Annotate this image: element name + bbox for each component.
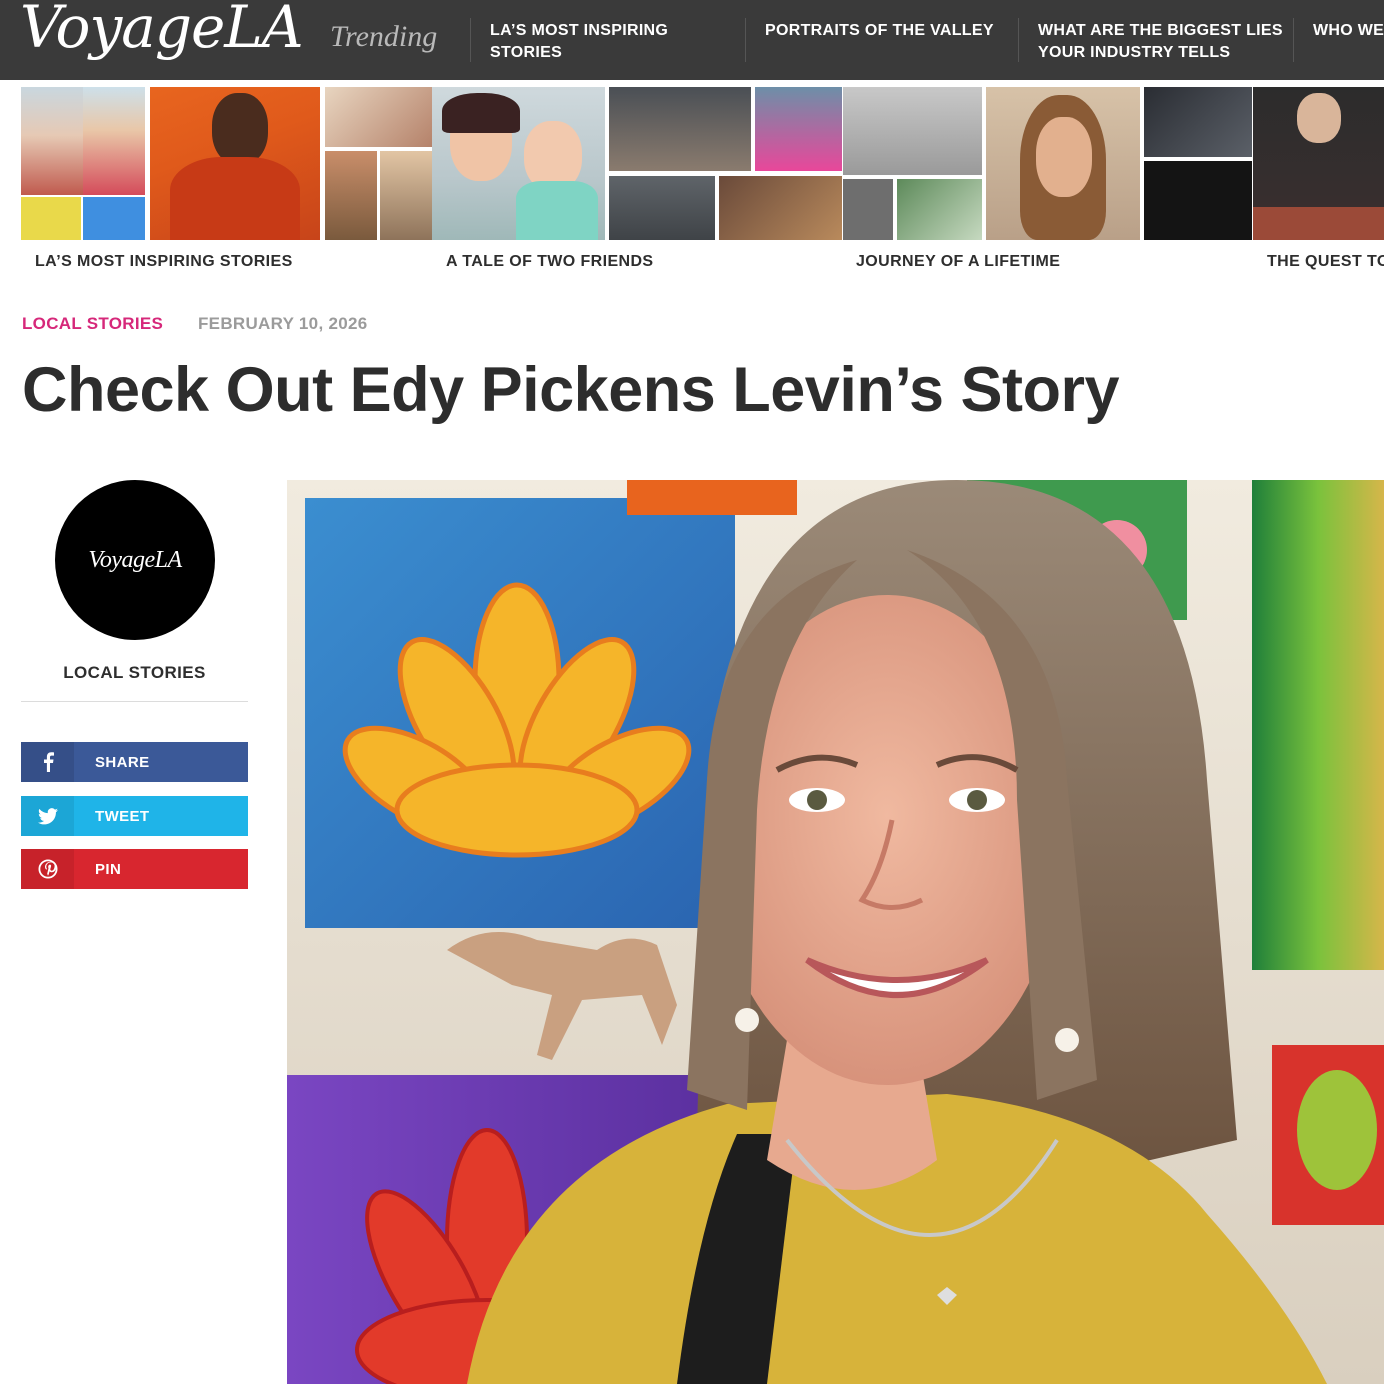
thumbnail-quest-portrait[interactable] [1253, 87, 1384, 240]
trending-label: Trending [330, 20, 438, 53]
thumbnail-dark-collage[interactable] [1144, 87, 1252, 240]
twitter-icon [21, 796, 74, 836]
share-button-label: SHARE [95, 753, 150, 771]
twitter-tweet-button[interactable]: TWEET [21, 796, 248, 836]
thumbnail-tale-of-two-friends[interactable] [432, 87, 605, 240]
hero-photo-artwork [287, 480, 1384, 1384]
article-category-link[interactable]: LOCAL STORIES [22, 314, 163, 334]
author-label[interactable]: LOCAL STORIES [21, 663, 248, 683]
pinterest-pin-button[interactable]: PIN [21, 849, 248, 889]
nav-divider [1018, 18, 1019, 62]
thumbnail-friends-collage[interactable] [325, 87, 432, 240]
pinterest-icon [21, 849, 74, 889]
nav-item-biggest-lies[interactable]: WHAT ARE THE BIGGEST LIES YOUR INDUSTRY … [1038, 20, 1288, 64]
facebook-icon [21, 742, 74, 782]
nav-divider [470, 18, 471, 62]
trending-strip [0, 87, 1384, 240]
nav-item-who-we[interactable]: WHO WE THE WO [1313, 20, 1384, 42]
tweet-button-label: TWEET [95, 807, 150, 825]
top-nav: VoyageLA Trending LA’S MOST INSPIRING ST… [0, 0, 1384, 80]
pin-button-label: PIN [95, 860, 122, 878]
nav-item-inspiring-stories[interactable]: LA’S MOST INSPIRING STORIES [490, 20, 720, 64]
thumbnail-baby-collage[interactable] [609, 87, 842, 240]
trending-caption-journey-lifetime[interactable]: JOURNEY OF A LIFETIME [856, 253, 1060, 271]
thumbnail-journey-of-a-lifetime[interactable] [843, 87, 982, 240]
trending-caption-quest[interactable]: THE QUEST TO [1267, 253, 1384, 271]
trending-caption-inspiring-stories[interactable]: LA’S MOST INSPIRING STORIES [35, 253, 293, 271]
nav-divider [745, 18, 746, 62]
author-avatar[interactable]: VoyageLA [55, 480, 215, 640]
thumbnail-smiling-woman[interactable] [986, 87, 1140, 240]
article-date: FEBRUARY 10, 2026 [198, 314, 368, 333]
avatar-logo-text: VoyageLA [88, 546, 182, 573]
nav-item-portraits-valley[interactable]: PORTRAITS OF THE VALLEY [765, 20, 1015, 42]
facebook-share-button[interactable]: SHARE [21, 742, 248, 782]
site-logo[interactable]: VoyageLA [20, 0, 304, 62]
sidebar-divider [21, 701, 248, 702]
hero-photo [287, 480, 1384, 1384]
article-title: Check Out Edy Pickens Levin’s Story [22, 355, 1120, 425]
thumbnail-inspiring-stories-collage[interactable] [21, 87, 145, 240]
thumbnail-red-suit-portrait[interactable] [150, 87, 320, 240]
nav-divider [1293, 18, 1294, 62]
trending-caption-tale-two-friends[interactable]: A TALE OF TWO FRIENDS [446, 253, 654, 271]
